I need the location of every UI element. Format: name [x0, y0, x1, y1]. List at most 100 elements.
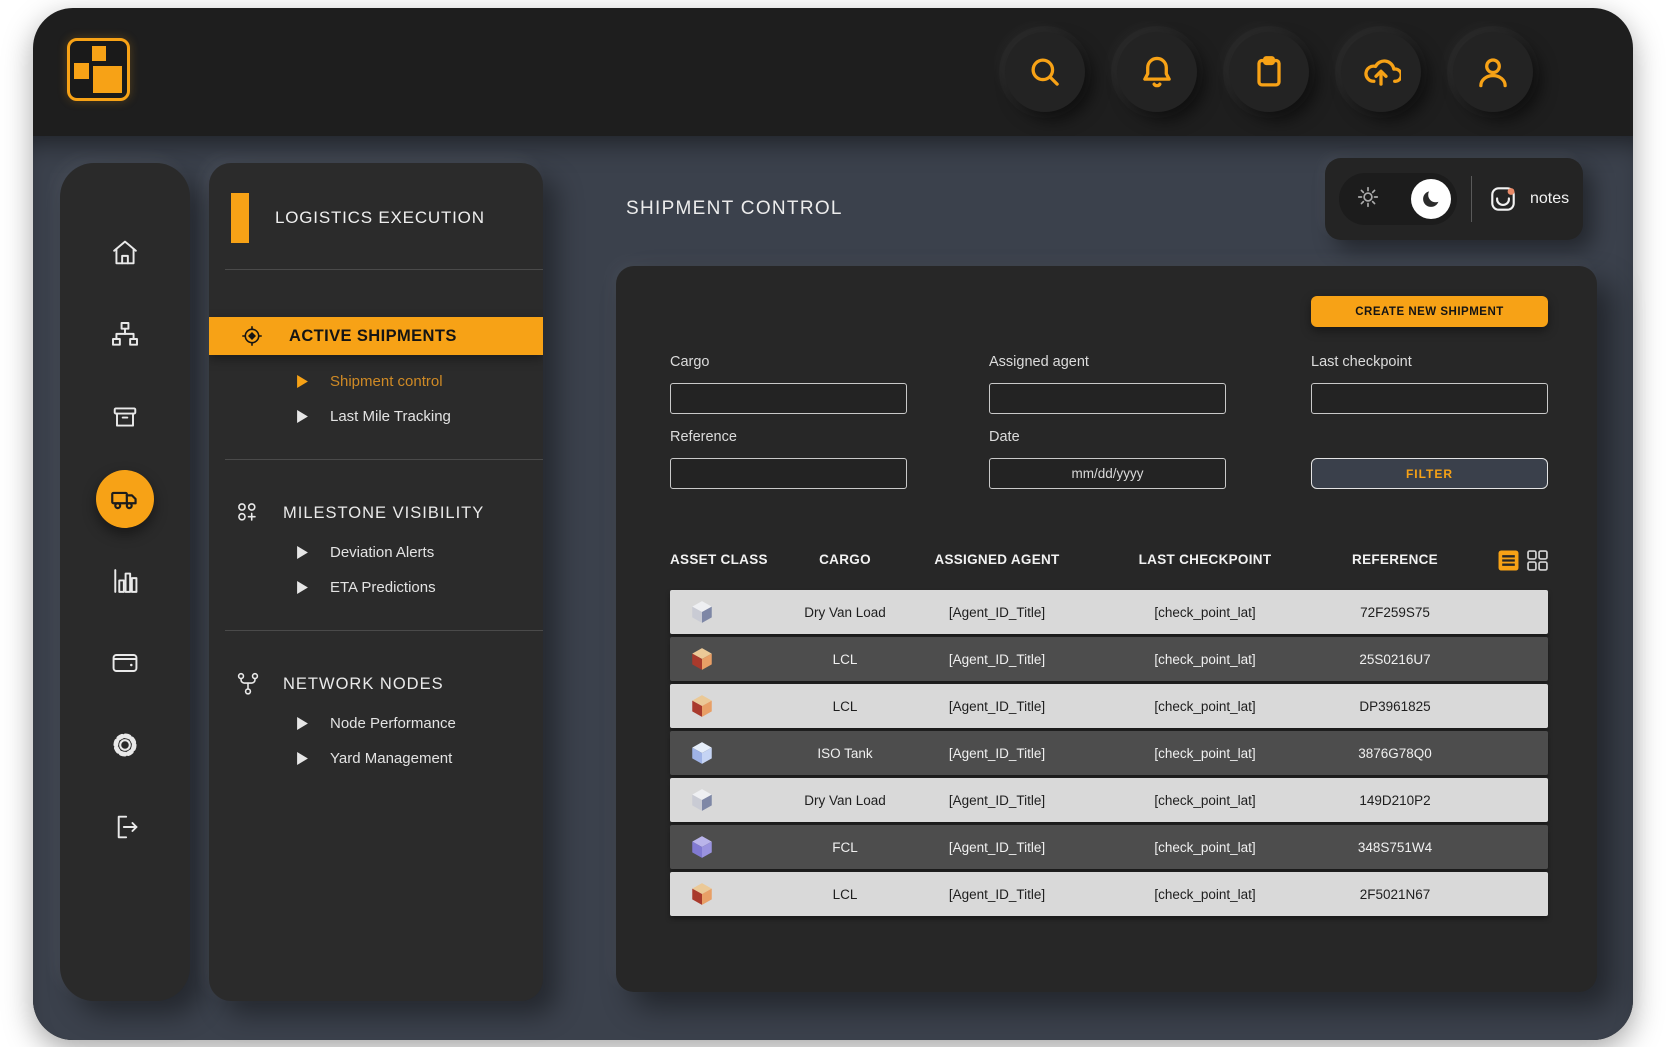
section-network-nodes[interactable]: NETWORK NODES	[209, 671, 543, 697]
menu-item-deviation-alerts[interactable]: Deviation Alerts	[209, 544, 543, 561]
clipboard-icon	[1249, 52, 1289, 92]
last-checkpoint-input[interactable]	[1311, 383, 1548, 414]
assigned-agent-label: Assigned agent	[989, 354, 1089, 370]
rail-settings-button[interactable]	[107, 727, 143, 763]
search-icon	[1025, 52, 1065, 92]
triangle-icon	[297, 546, 308, 559]
assigned-agent-cell: [Agent_ID_Title]	[897, 684, 1097, 728]
divider	[225, 630, 543, 631]
notes-button[interactable]: notes	[1488, 184, 1569, 214]
view-toggles	[1498, 550, 1548, 571]
reference-cell: 348S751W4	[1295, 825, 1495, 869]
menu-item-eta-predictions[interactable]: ETA Predictions	[209, 579, 543, 596]
topbar-actions	[1005, 32, 1533, 112]
dark-mode-button[interactable]	[1411, 179, 1451, 219]
sun-icon[interactable]	[1355, 184, 1381, 215]
truck-icon	[108, 482, 142, 516]
category-icon	[235, 500, 261, 526]
reference-cell: 149D210P2	[1295, 778, 1495, 822]
column-reference: REFERENCE	[1295, 552, 1495, 567]
filter-button[interactable]: FILTER	[1311, 458, 1548, 489]
section-label: ACTIVE SHIPMENTS	[289, 327, 457, 346]
rail-logout-button[interactable]	[107, 809, 143, 845]
notes-label: notes	[1530, 190, 1569, 208]
assigned-agent-cell: [Agent_ID_Title]	[897, 872, 1097, 916]
triangle-icon	[297, 375, 308, 388]
menu-item-yard-management[interactable]: Yard Management	[209, 750, 543, 767]
page-title: SHIPMENT CONTROL	[626, 198, 843, 220]
divider	[225, 459, 543, 460]
reference-cell: DP3961825	[1295, 684, 1495, 728]
table-row[interactable]: FCL [Agent_ID_Title] [check_point_lat] 3…	[670, 825, 1548, 869]
menu-item-last-mile-tracking[interactable]: Last Mile Tracking	[209, 408, 543, 425]
accent-bar	[231, 193, 249, 243]
last-checkpoint-cell: [check_point_lat]	[1105, 872, 1305, 916]
logo-square	[92, 46, 107, 61]
date-input[interactable]	[989, 458, 1226, 489]
rail-analytics-button[interactable]	[107, 563, 143, 599]
create-new-shipment-button[interactable]: CREATE NEW SHIPMENT	[1311, 296, 1548, 327]
last-checkpoint-cell: [check_point_lat]	[1105, 684, 1305, 728]
section-milestone-visibility[interactable]: MILESTONE VISIBILITY	[209, 500, 543, 526]
assigned-agent-cell: [Agent_ID_Title]	[897, 778, 1097, 822]
rail-shipments-button[interactable]	[96, 470, 154, 528]
table-row[interactable]: LCL [Agent_ID_Title] [check_point_lat] 2…	[670, 637, 1548, 681]
rail-archive-button[interactable]	[107, 399, 143, 435]
app-body: LOGISTICS EXECUTION ACTIVE SHIPMENTS Shi…	[33, 136, 1633, 1040]
reference-cell: 72F259S75	[1295, 590, 1495, 634]
search-button[interactable]	[1005, 32, 1085, 112]
cube-carton-icon	[682, 637, 722, 681]
clipboard-button[interactable]	[1229, 32, 1309, 112]
profile-button[interactable]	[1453, 32, 1533, 112]
logo-square	[74, 63, 89, 78]
menu-item-shipment-control[interactable]: Shipment control	[209, 373, 543, 390]
grid-view-button[interactable]	[1527, 550, 1548, 571]
cube-iceblue-icon	[682, 731, 722, 775]
panel-header: LOGISTICS EXECUTION	[209, 163, 543, 243]
cargo-label: Cargo	[670, 354, 710, 370]
assigned-agent-cell: [Agent_ID_Title]	[897, 825, 1097, 869]
shipment-table: Dry Van Load [Agent_ID_Title] [check_poi…	[670, 590, 1548, 916]
app-logo[interactable]	[67, 38, 130, 101]
cube-silver-icon	[682, 590, 722, 634]
last-checkpoint-label: Last checkpoint	[1311, 354, 1412, 370]
list-view-button[interactable]	[1498, 550, 1519, 571]
menu-item-label: Yard Management	[330, 750, 452, 767]
cargo-input[interactable]	[670, 383, 907, 414]
upload-button[interactable]	[1341, 32, 1421, 112]
table-header: ASSET CLASS CARGO ASSIGNED AGENT LAST CH…	[670, 552, 1548, 574]
last-checkpoint-cell: [check_point_lat]	[1105, 825, 1305, 869]
last-checkpoint-cell: [check_point_lat]	[1105, 778, 1305, 822]
menu-item-node-performance[interactable]: Node Performance	[209, 715, 543, 732]
triangle-icon	[297, 752, 308, 765]
compass-icon	[239, 323, 265, 349]
panel-title: LOGISTICS EXECUTION	[275, 208, 485, 228]
triangle-icon	[297, 717, 308, 730]
home-icon	[109, 237, 141, 269]
table-row[interactable]: LCL [Agent_ID_Title] [check_point_lat] D…	[670, 684, 1548, 728]
screen: LOGISTICS EXECUTION ACTIVE SHIPMENTS Shi…	[0, 0, 1666, 1047]
logo-square	[93, 66, 122, 94]
reference-input[interactable]	[670, 458, 907, 489]
moon-icon	[1418, 186, 1444, 212]
header-utility-panel: notes	[1325, 158, 1583, 240]
rail-network-button[interactable]	[107, 317, 143, 353]
theme-toggle[interactable]	[1339, 173, 1457, 225]
bell-icon	[1137, 52, 1177, 92]
notifications-button[interactable]	[1117, 32, 1197, 112]
rail-wallet-button[interactable]	[107, 645, 143, 681]
cube-carton-icon	[682, 872, 722, 916]
rail-home-button[interactable]	[107, 235, 143, 271]
topbar	[33, 8, 1633, 136]
table-row[interactable]: Dry Van Load [Agent_ID_Title] [check_poi…	[670, 778, 1548, 822]
table-row[interactable]: LCL [Agent_ID_Title] [check_point_lat] 2…	[670, 872, 1548, 916]
menu-item-label: ETA Predictions	[330, 579, 436, 596]
section-active-shipments[interactable]: ACTIVE SHIPMENTS	[209, 317, 543, 355]
date-label: Date	[989, 429, 1020, 445]
user-icon	[1473, 52, 1513, 92]
assigned-agent-input[interactable]	[989, 383, 1226, 414]
last-checkpoint-cell: [check_point_lat]	[1105, 637, 1305, 681]
table-row[interactable]: ISO Tank [Agent_ID_Title] [check_point_l…	[670, 731, 1548, 775]
cloud-upload-icon	[1361, 52, 1401, 92]
table-row[interactable]: Dry Van Load [Agent_ID_Title] [check_poi…	[670, 590, 1548, 634]
